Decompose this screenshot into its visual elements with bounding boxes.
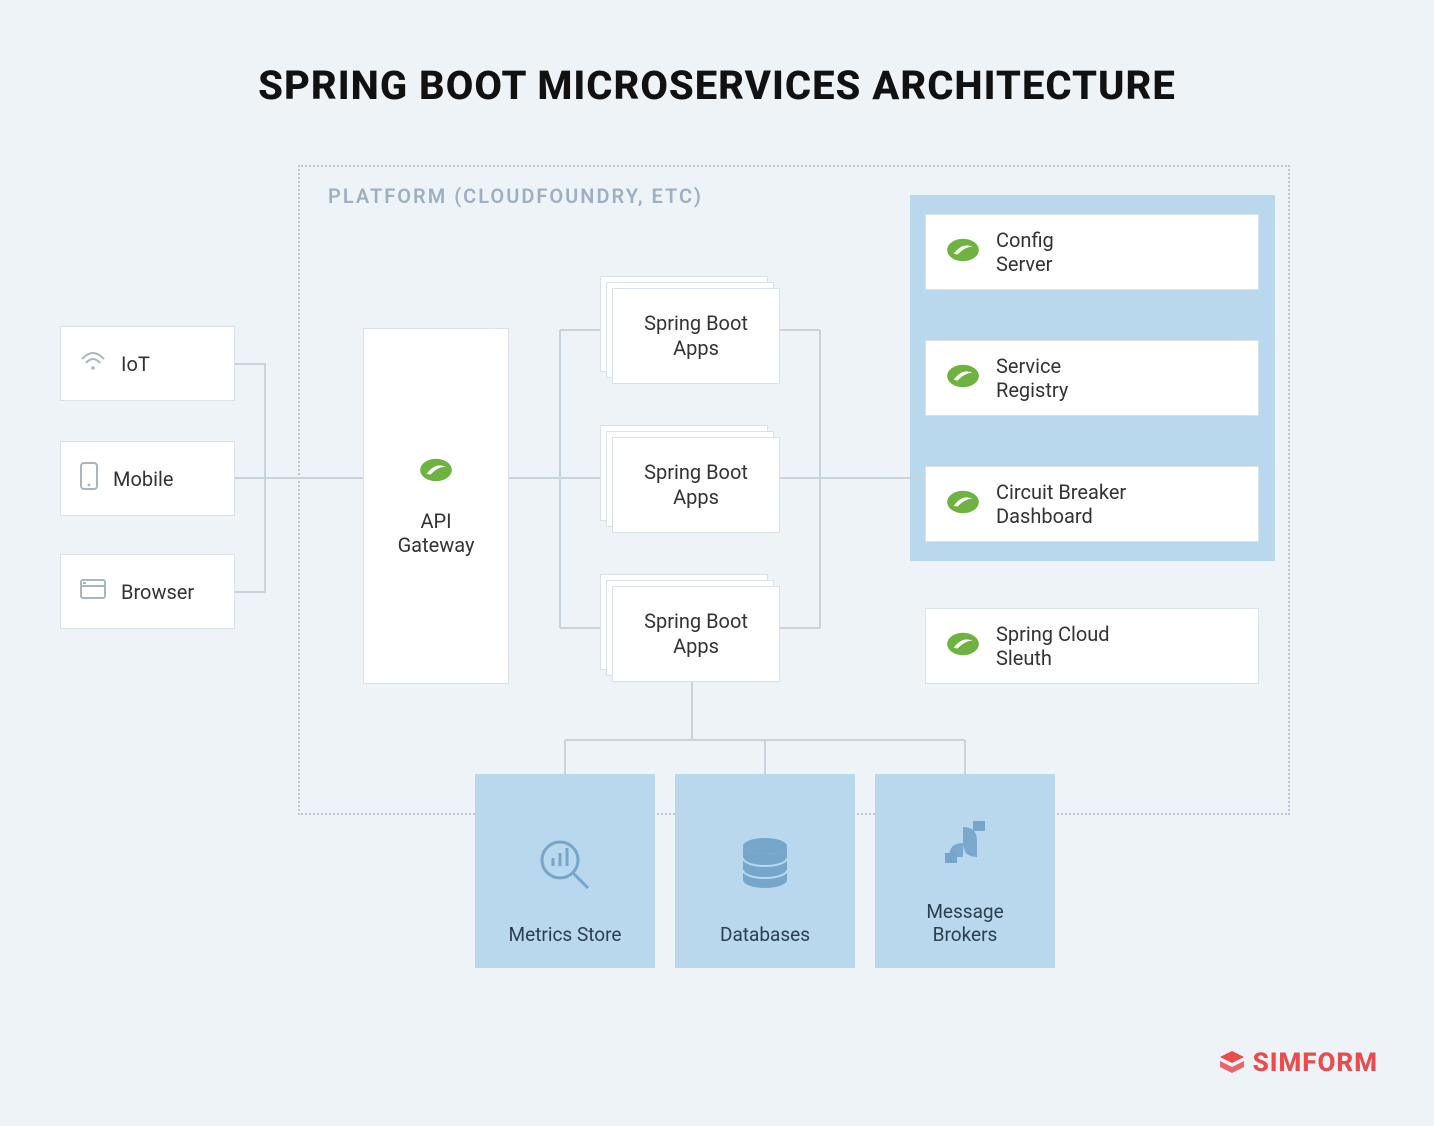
service-spring-cloud-sleuth: Spring Cloud Sleuth	[925, 608, 1259, 684]
client-browser-label: Browser	[121, 580, 194, 604]
spring-leaf-icon	[944, 362, 982, 395]
spring-boot-apps-stack-3: Spring Boot Apps	[600, 574, 780, 682]
stack-1-label: Spring Boot Apps	[644, 311, 748, 361]
mobile-icon	[79, 461, 99, 496]
service-registry-label: Service Registry	[996, 354, 1068, 402]
stack-3-label: Spring Boot Apps	[644, 609, 748, 659]
tile-metrics-store: Metrics Store	[475, 774, 655, 968]
diagram-title: SPRING BOOT MICROSERVICES ARCHITECTURE	[0, 62, 1434, 109]
client-browser: Browser	[60, 554, 235, 629]
spring-leaf-icon	[944, 630, 982, 663]
client-mobile-label: Mobile	[113, 467, 173, 491]
platform-label: PLATFORM (CLOUDFOUNDRY, ETC)	[328, 184, 703, 208]
databases-label: Databases	[720, 923, 810, 946]
spring-boot-apps-stack-2: Spring Boot Apps	[600, 425, 780, 533]
tile-message-brokers: Message Brokers	[875, 774, 1055, 968]
circuit-breaker-label: Circuit Breaker Dashboard	[996, 480, 1126, 528]
metrics-icon	[536, 836, 594, 899]
database-icon	[738, 836, 792, 899]
message-broker-icon	[937, 813, 993, 876]
config-server-label: Config Server	[996, 228, 1054, 276]
simform-icon	[1219, 1050, 1245, 1076]
brand-logo: SIMFORM	[1219, 1048, 1378, 1078]
browser-icon	[79, 577, 107, 606]
message-brokers-label: Message Brokers	[926, 900, 1003, 946]
api-gateway: API Gateway	[363, 328, 509, 684]
stack-2-label: Spring Boot Apps	[644, 460, 748, 510]
spring-boot-apps-stack-1: Spring Boot Apps	[600, 276, 780, 384]
client-mobile: Mobile	[60, 441, 235, 516]
client-iot: IoT	[60, 326, 235, 401]
service-config-server: Config Server	[925, 214, 1259, 290]
client-iot-label: IoT	[121, 352, 150, 376]
wifi-icon	[79, 349, 107, 378]
spring-leaf-icon	[944, 488, 982, 521]
service-circuit-breaker: Circuit Breaker Dashboard	[925, 466, 1259, 542]
spring-leaf-icon	[944, 236, 982, 269]
sleuth-label: Spring Cloud Sleuth	[996, 622, 1110, 670]
tile-databases: Databases	[675, 774, 855, 968]
spring-leaf-icon	[417, 456, 455, 489]
metrics-store-label: Metrics Store	[509, 923, 622, 946]
brand-label: SIMFORM	[1253, 1048, 1378, 1078]
api-gateway-label: API Gateway	[398, 509, 475, 557]
service-registry: Service Registry	[925, 340, 1259, 416]
